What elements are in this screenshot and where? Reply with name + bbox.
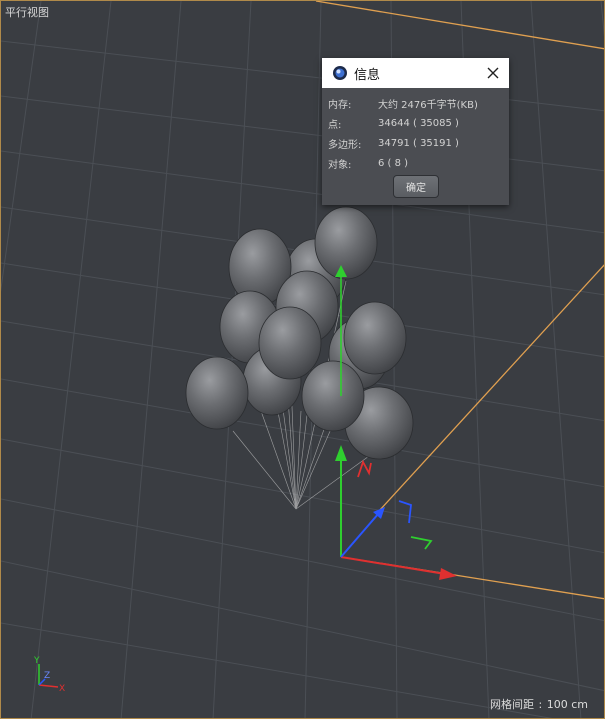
info-label: 点: xyxy=(328,119,342,131)
balloon xyxy=(301,360,365,432)
close-icon[interactable] xyxy=(485,65,501,81)
dialog-titlebar[interactable]: 信息 xyxy=(322,58,509,88)
axis-z-label: Z xyxy=(44,671,50,681)
dialog-title: 信息 xyxy=(354,67,381,83)
dialog-info-rows: 内存: 大约 2476千字节(KB) 点: 34644 ( 35085 ) 多边… xyxy=(322,88,509,173)
info-value: 大约 2476千字节(KB) xyxy=(378,99,478,111)
info-row-points: 点: 34644 ( 35085 ) xyxy=(322,113,509,133)
info-row-polygons: 多边形: 34791 ( 35191 ) xyxy=(322,133,509,153)
ok-button[interactable]: 确定 xyxy=(393,175,439,198)
info-label: 对象: xyxy=(328,159,352,171)
info-dialog: 信息 内存: 大约 2476千字节(KB) 点: 34644 ( 35085 )… xyxy=(322,58,509,205)
scene-canvas[interactable]: Y Z X xyxy=(1,1,605,719)
balloon xyxy=(258,306,322,380)
viewport-title[interactable]: 平行视图 xyxy=(5,4,49,20)
grid-spacing-readout: 网格间距 : 100 cm xyxy=(490,696,588,712)
balloon xyxy=(185,356,249,430)
grid-spacing-separator: : xyxy=(535,698,546,711)
viewport-perspective[interactable]: Y Z X 平行视图 网格间距 : 100 cm xyxy=(0,0,605,719)
balloon xyxy=(314,206,378,280)
info-row-memory: 内存: 大约 2476千字节(KB) xyxy=(322,93,509,113)
balloon xyxy=(343,301,407,375)
info-value: 34791 ( 35191 ) xyxy=(378,137,459,149)
cinema4d-icon xyxy=(333,66,347,80)
info-label: 多边形: xyxy=(328,139,362,151)
axis-y-label: Y xyxy=(33,656,40,666)
info-row-objects: 对象: 6 ( 8 ) xyxy=(322,153,509,173)
info-label: 内存: xyxy=(328,99,352,111)
info-value: 6 ( 8 ) xyxy=(378,157,409,169)
info-value: 34644 ( 35085 ) xyxy=(378,117,459,129)
grid-spacing-label: 网格间距 xyxy=(490,698,535,711)
grid-spacing-value: 100 cm xyxy=(546,698,588,711)
axis-x-label: X xyxy=(59,684,65,694)
